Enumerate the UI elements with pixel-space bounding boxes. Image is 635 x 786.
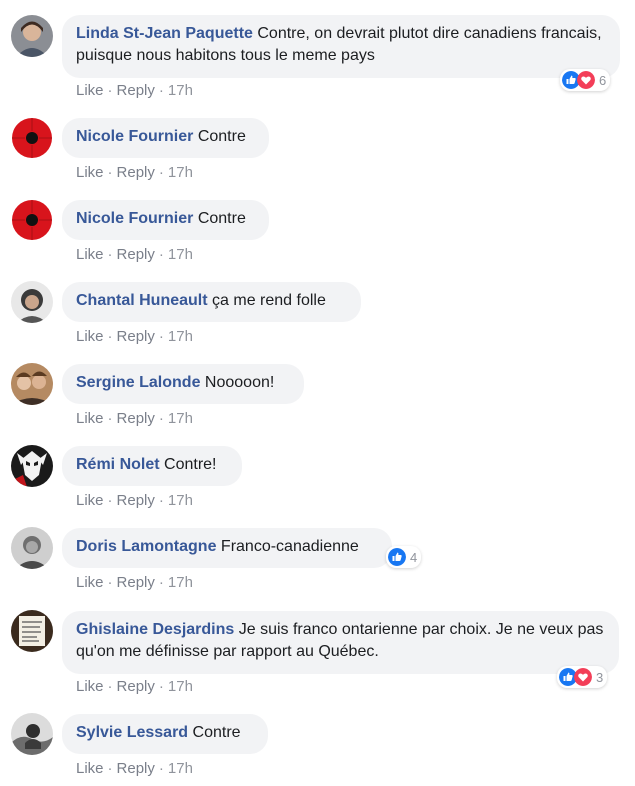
comment-bubble: Nicole Fournier Contre xyxy=(62,118,269,158)
comment-actions: Like · Reply · 17h xyxy=(76,491,193,511)
author-name[interactable]: Linda St-Jean Paquette xyxy=(76,25,253,42)
separator: · xyxy=(107,492,113,509)
author-name[interactable]: Doris Lamontagne xyxy=(76,538,216,555)
separator: · xyxy=(158,678,164,695)
comment-text: ça me rend folle xyxy=(212,292,326,309)
separator: · xyxy=(107,760,113,777)
avatar[interactable] xyxy=(11,281,53,323)
reactions-badge[interactable]: 4 xyxy=(386,546,422,568)
separator: · xyxy=(158,164,164,181)
reply-link[interactable]: Reply xyxy=(117,760,155,777)
comment-actions: Like · Reply · 17h xyxy=(76,163,193,183)
comment-actions: Like · Reply · 17h xyxy=(76,677,193,697)
avatar[interactable] xyxy=(11,363,53,405)
reactions-badge[interactable]: 3 xyxy=(557,666,608,688)
comment-bubble: Rémi Nolet Contre! xyxy=(62,446,242,486)
comment-bubble: Sergine Lalonde Nooooon! xyxy=(62,364,304,404)
like-link[interactable]: Like xyxy=(76,246,104,263)
comment-text: Contre xyxy=(197,128,246,145)
like-link[interactable]: Like xyxy=(76,492,104,509)
like-link[interactable]: Like xyxy=(76,328,104,345)
timestamp[interactable]: 17h xyxy=(168,492,193,509)
comment-bubble: Sylvie Lessard Contre xyxy=(62,714,268,754)
love-icon xyxy=(574,668,592,686)
timestamp[interactable]: 17h xyxy=(168,164,193,181)
like-link[interactable]: Like xyxy=(76,678,104,695)
reactions-badge[interactable]: 6 xyxy=(560,69,611,91)
like-icon xyxy=(388,548,406,566)
like-link[interactable]: Like xyxy=(76,760,104,777)
comment-actions: Like · Reply · 17h xyxy=(76,573,193,593)
comment-text: Contre xyxy=(197,210,246,227)
timestamp[interactable]: 17h xyxy=(168,328,193,345)
avatar[interactable] xyxy=(11,15,53,57)
separator: · xyxy=(107,164,113,181)
reaction-count: 6 xyxy=(599,72,607,88)
comment-bubble: Nicole Fournier Contre xyxy=(62,200,269,240)
avatar[interactable] xyxy=(11,117,53,159)
comment-text: Contre! xyxy=(164,456,217,473)
comment-bubble: Ghislaine Desjardins Je suis franco onta… xyxy=(62,611,619,674)
comment-text: Contre xyxy=(192,724,241,741)
separator: · xyxy=(158,328,164,345)
like-link[interactable]: Like xyxy=(76,164,104,181)
reply-link[interactable]: Reply xyxy=(117,574,155,591)
timestamp[interactable]: 17h xyxy=(168,410,193,427)
avatar[interactable] xyxy=(11,445,53,487)
comment-actions: Like · Reply · 17h xyxy=(76,245,193,265)
timestamp[interactable]: 17h xyxy=(168,246,193,263)
comment-text: Franco-canadienne xyxy=(220,538,359,555)
love-icon xyxy=(577,71,595,89)
comment-bubble: Chantal Huneault ça me rend folle xyxy=(62,282,361,322)
avatar[interactable] xyxy=(11,610,53,652)
timestamp[interactable]: 17h xyxy=(168,678,193,695)
separator: · xyxy=(107,678,113,695)
like-link[interactable]: Like xyxy=(76,574,104,591)
timestamp[interactable]: 17h xyxy=(168,760,193,777)
separator: · xyxy=(158,410,164,427)
reaction-count: 4 xyxy=(410,549,418,565)
author-name[interactable]: Chantal Huneault xyxy=(76,292,208,309)
author-name[interactable]: Sylvie Lessard xyxy=(76,724,188,741)
reply-link[interactable]: Reply xyxy=(117,492,155,509)
author-name[interactable]: Nicole Fournier xyxy=(76,210,193,227)
author-name[interactable]: Sergine Lalonde xyxy=(76,374,200,391)
avatar[interactable] xyxy=(11,527,53,569)
comment-text: Nooooon! xyxy=(204,374,275,391)
separator: · xyxy=(107,574,113,591)
comment-actions: Like · Reply · 17h xyxy=(76,327,193,347)
like-link[interactable]: Like xyxy=(76,82,104,99)
reply-link[interactable]: Reply xyxy=(117,82,155,99)
reaction-count: 3 xyxy=(596,669,604,685)
reply-link[interactable]: Reply xyxy=(117,410,155,427)
comment-actions: Like · Reply · 17h xyxy=(76,81,193,101)
separator: · xyxy=(107,328,113,345)
timestamp[interactable]: 17h xyxy=(168,82,193,99)
separator: · xyxy=(158,492,164,509)
separator: · xyxy=(107,410,113,427)
author-name[interactable]: Nicole Fournier xyxy=(76,128,193,145)
avatar[interactable] xyxy=(11,713,53,755)
separator: · xyxy=(158,574,164,591)
comment-actions: Like · Reply · 17h xyxy=(76,409,193,429)
reply-link[interactable]: Reply xyxy=(117,328,155,345)
separator: · xyxy=(158,246,164,263)
reply-link[interactable]: Reply xyxy=(117,164,155,181)
comment-actions: Like · Reply · 17h xyxy=(76,759,193,779)
timestamp[interactable]: 17h xyxy=(168,574,193,591)
like-link[interactable]: Like xyxy=(76,410,104,427)
author-name[interactable]: Rémi Nolet xyxy=(76,456,160,473)
separator: · xyxy=(107,82,113,99)
comment-bubble: Doris Lamontagne Franco-canadienne xyxy=(62,528,392,568)
reply-link[interactable]: Reply xyxy=(117,678,155,695)
avatar[interactable] xyxy=(11,199,53,241)
separator: · xyxy=(107,246,113,263)
separator: · xyxy=(158,760,164,777)
reply-link[interactable]: Reply xyxy=(117,246,155,263)
comment-bubble: Linda St-Jean Paquette Contre, on devrai… xyxy=(62,15,620,78)
author-name[interactable]: Ghislaine Desjardins xyxy=(76,621,234,638)
separator: · xyxy=(158,82,164,99)
